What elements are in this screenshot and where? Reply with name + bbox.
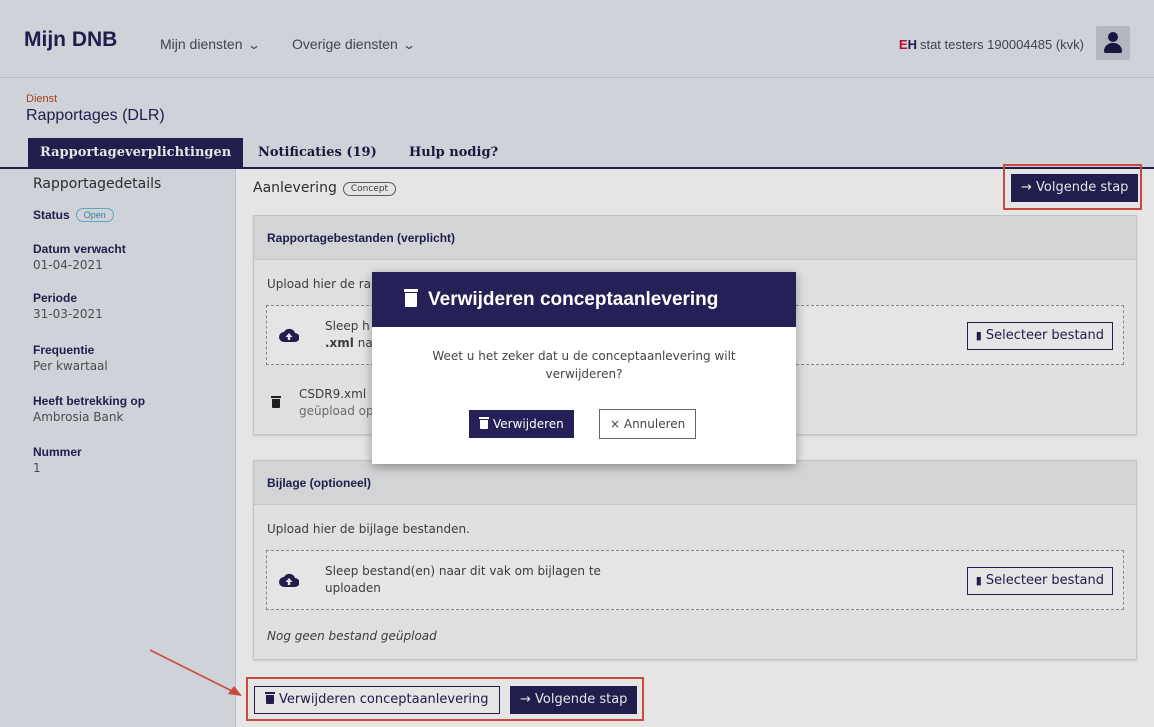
trash-icon (479, 417, 489, 429)
confirm-delete-button[interactable]: Verwijderen (469, 410, 574, 438)
dialog-header: Verwijderen conceptaanlevering (372, 272, 796, 327)
delete-confirm-dialog: Verwijderen conceptaanlevering Weet u he… (372, 272, 796, 464)
trash-icon (404, 289, 418, 307)
confirm-delete-label: Verwijderen (493, 417, 564, 431)
dialog-title: Verwijderen conceptaanlevering (428, 289, 719, 310)
cancel-button[interactable]: × Annuleren (599, 409, 697, 439)
dialog-message: Weet u het zeker dat u de conceptaanleve… (432, 349, 736, 381)
